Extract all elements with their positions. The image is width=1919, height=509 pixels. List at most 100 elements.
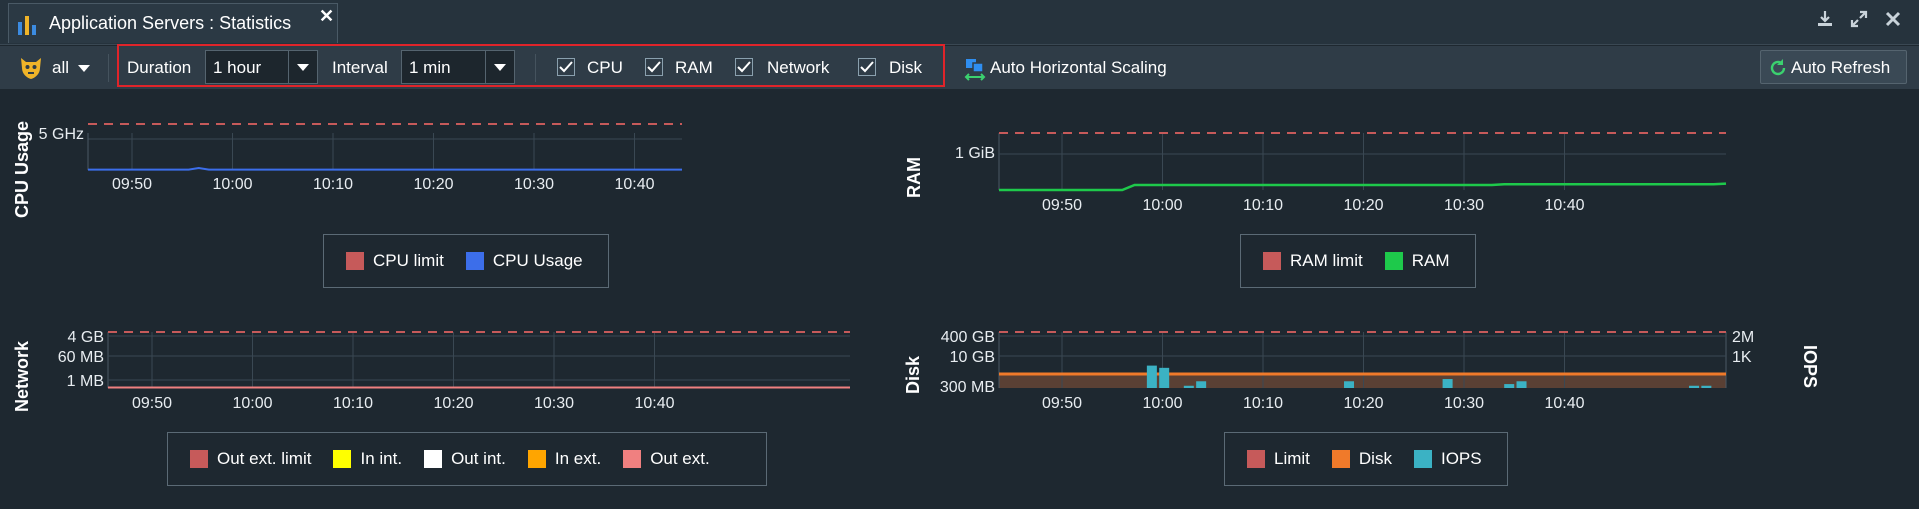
legend-item[interactable]: CPU Usage — [465, 251, 583, 271]
legend-label: Limit — [1274, 449, 1310, 468]
x-tick-label: 10:40 — [614, 176, 654, 193]
legend-item[interactable]: Out ext. — [623, 449, 710, 469]
legend-item[interactable]: Disk — [1331, 449, 1392, 469]
x-tick-label: 10:10 — [1243, 395, 1283, 412]
x-tick-label: 10:00 — [1142, 197, 1182, 214]
iops-bar — [1442, 379, 1453, 388]
x-tick-label: 10:20 — [1343, 197, 1383, 214]
legend-label: IOPS — [1440, 449, 1482, 468]
y2-tick-label: 1K — [1732, 349, 1752, 366]
iops-axis-title: IOPS — [1800, 345, 1820, 389]
node-group-icon — [21, 57, 41, 79]
auto-refresh-label: Auto Refresh — [1791, 58, 1891, 77]
filter-highlight-box — [117, 44, 945, 87]
legend-item[interactable]: In int. — [333, 449, 402, 469]
scaling-icon — [964, 58, 986, 81]
network-chart[interactable]: 09:50 10:00 10:10 10:20 10:30 10:40 4 GB 60 MB 1… — [20, 318, 850, 428]
legend-item[interactable]: Out ext. limit — [190, 449, 311, 469]
x-tick-label: 10:40 — [1544, 395, 1584, 412]
x-tick-label: 09:50 — [132, 395, 172, 412]
x-tick-label: 09:50 — [112, 176, 152, 193]
statistics-tab[interactable]: Application Servers : Statistics ✕ — [8, 3, 338, 43]
node-filter-dropdown[interactable]: all — [18, 46, 91, 89]
y-tick-label: 400 GB — [941, 329, 995, 346]
auto-scaling-label: Auto Horizontal Scaling — [990, 57, 1167, 77]
disk-legend: Limit Disk IOPS — [1224, 432, 1508, 486]
iops-bar — [1344, 381, 1355, 388]
cpu-usage-series — [88, 167, 682, 171]
tab-close-icon[interactable]: ✕ — [319, 6, 334, 27]
legend-swatch — [623, 450, 642, 468]
legend-label: Disk — [1358, 449, 1392, 468]
iops-bar — [1196, 381, 1207, 388]
legend-swatch — [346, 252, 364, 270]
x-tick-label: 10:00 — [212, 176, 252, 193]
legend-swatch — [1331, 450, 1350, 468]
legend-item[interactable]: RAM — [1384, 251, 1450, 271]
bar-chart-icon — [18, 16, 36, 35]
x-tick-label: 10:30 — [1444, 197, 1484, 214]
ram-axis-title: RAM — [904, 157, 924, 198]
auto-horizontal-scaling-button[interactable]: Auto Horizontal Scaling — [964, 46, 1167, 89]
ram-legend: RAM limit RAM — [1240, 234, 1476, 288]
legend-item[interactable]: Limit — [1247, 449, 1310, 469]
disk-area — [999, 374, 1726, 388]
legend-label: Out ext. — [650, 449, 710, 468]
legend-label: CPU Usage — [492, 251, 583, 270]
legend-item[interactable]: In ext. — [527, 449, 601, 469]
y-tick-label: 10 GB — [950, 349, 995, 366]
legend-label: Out int. — [451, 449, 506, 468]
legend-swatch — [1247, 450, 1265, 468]
disk-axis-title: Disk — [903, 355, 923, 394]
cpu-legend: CPU limit CPU Usage — [323, 234, 609, 288]
iops-bar — [1516, 381, 1527, 388]
auto-refresh-button[interactable]: Auto Refresh — [1760, 50, 1907, 84]
legend-swatch — [190, 450, 208, 468]
refresh-icon — [1770, 59, 1786, 76]
iops-bar — [1183, 385, 1194, 388]
legend-swatch — [333, 450, 352, 468]
legend-label: RAM limit — [1290, 251, 1363, 270]
ram-series — [999, 182, 1727, 192]
window-tab-strip: Application Servers : Statistics ✕ — [0, 0, 1919, 45]
toolbar-divider — [108, 54, 109, 82]
chevron-down-icon — [78, 64, 91, 72]
tab-title: Application Servers : Statistics — [49, 13, 292, 33]
y-tick-label: 1 MB — [67, 373, 104, 390]
x-tick-label: 09:50 — [1042, 395, 1082, 412]
x-tick-label: 10:20 — [1343, 395, 1383, 412]
network-legend: Out ext. limit In int. Out int. In ext. Out … — [167, 432, 767, 486]
legend-swatch — [1263, 252, 1281, 270]
x-tick-label: 10:20 — [433, 395, 473, 412]
x-tick-label: 10:40 — [634, 395, 674, 412]
disk-chart[interactable]: 09:50 10:00 10:10 10:20 10:30 10:40 400 GB 10 G… — [940, 318, 1770, 428]
iops-bar — [1689, 385, 1700, 388]
cpu-usage-chart[interactable]: 09:50 10:00 10:10 10:20 10:30 10:40 5 GHz — [20, 118, 850, 228]
legend-item[interactable]: Out int. — [424, 449, 506, 469]
x-tick-label: 10:00 — [1142, 395, 1182, 412]
x-tick-label: 10:30 — [1444, 395, 1484, 412]
legend-label: Out ext. limit — [217, 449, 312, 468]
legend-swatch — [465, 252, 484, 270]
node-filter-value: all — [52, 57, 70, 77]
x-tick-label: 10:30 — [514, 176, 554, 193]
legend-item[interactable]: RAM limit — [1263, 251, 1363, 271]
iops-bar — [1146, 365, 1157, 388]
x-tick-label: 10:10 — [313, 176, 353, 193]
x-tick-label: 10:30 — [534, 395, 574, 412]
y-tick-label: 4 GB — [68, 329, 104, 346]
x-tick-label: 10:20 — [413, 176, 453, 193]
y-tick-label: 60 MB — [58, 349, 104, 366]
legend-swatch — [1413, 450, 1432, 468]
close-icon[interactable] — [1882, 8, 1904, 30]
legend-swatch — [1384, 252, 1403, 270]
x-tick-label: 10:00 — [232, 395, 272, 412]
legend-item[interactable]: IOPS — [1413, 449, 1482, 469]
iops-bar — [1701, 385, 1712, 388]
download-icon[interactable] — [1814, 8, 1836, 30]
y-tick-label: 5 GHz — [39, 126, 84, 143]
expand-icon[interactable] — [1848, 8, 1870, 30]
y-tick-label: 1 GiB — [955, 145, 995, 162]
ram-chart[interactable]: 09:50 10:00 10:10 10:20 10:30 10:40 1 GiB — [940, 118, 1730, 228]
legend-item[interactable]: CPU limit — [346, 251, 444, 271]
